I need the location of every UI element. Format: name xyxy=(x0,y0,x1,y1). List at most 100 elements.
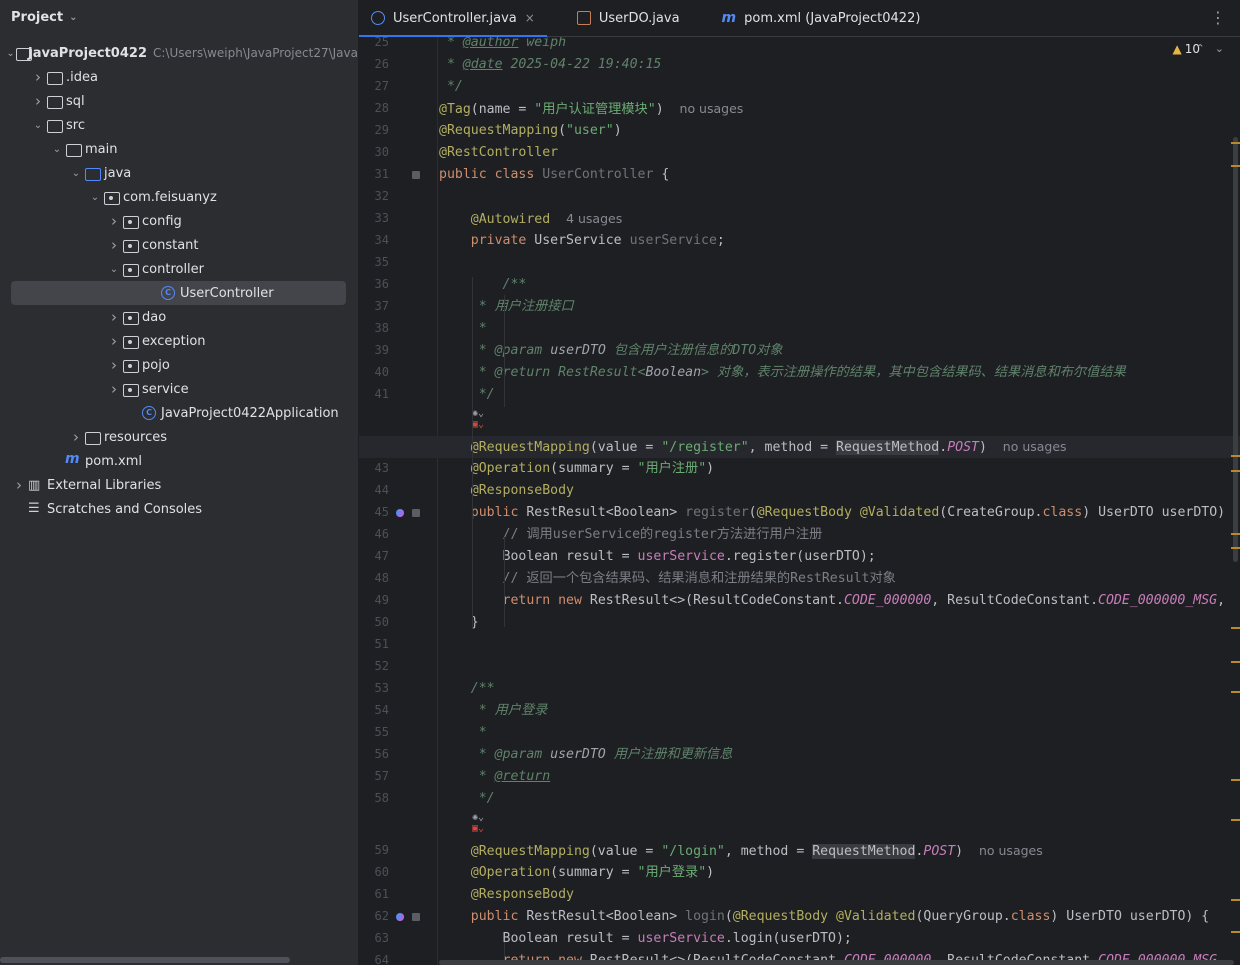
code-line[interactable]: private UserService userService; xyxy=(439,230,725,252)
chevron-right-icon[interactable]: › xyxy=(106,212,122,230)
code-line[interactable]: * @return xyxy=(439,766,550,788)
chevron-down-icon[interactable]: ⌄ xyxy=(49,144,65,155)
problem-navigation[interactable]: ⌃⌄ xyxy=(1196,42,1234,55)
code-line[interactable]: /** xyxy=(439,678,495,700)
error-stripe-mark[interactable] xyxy=(1231,931,1240,933)
tree-item-main[interactable]: ⌄ main xyxy=(0,137,358,161)
chevron-down-icon[interactable]: ⌄ xyxy=(68,168,84,179)
code-line[interactable]: @RequestMapping(value = "/register", met… xyxy=(439,436,1067,458)
ai-assistant-icon[interactable]: ✺⌄ xyxy=(472,408,484,419)
code-line[interactable]: * xyxy=(439,722,487,744)
more-icon[interactable]: ⋮ xyxy=(1210,8,1226,27)
error-stripe-mark[interactable] xyxy=(1231,661,1240,663)
error-stripe-mark[interactable] xyxy=(1231,899,1240,901)
code-line[interactable]: @ResponseBody xyxy=(439,480,574,502)
tree-item-src[interactable]: ⌄ src xyxy=(0,113,358,137)
fold-icon[interactable] xyxy=(412,913,420,921)
chevron-down-icon[interactable]: ⌄ xyxy=(106,264,122,275)
code-line[interactable]: */ xyxy=(439,384,495,406)
code-line[interactable]: * xyxy=(439,318,487,340)
tree-item-java[interactable]: ⌄ java xyxy=(0,161,358,185)
tree-item-controller[interactable]: ⌄ controller xyxy=(0,257,358,281)
tree-item-usercontroller[interactable]: C UserController xyxy=(11,281,346,305)
code-line[interactable]: public RestResult<Boolean> login(@Reques… xyxy=(439,906,1209,928)
ai-actions[interactable]: ✺⌄ ▣⌄ xyxy=(472,812,484,834)
horizontal-scrollbar[interactable] xyxy=(0,957,290,963)
tree-item-service[interactable]: › service xyxy=(0,377,358,401)
error-stripe-mark[interactable] xyxy=(1231,533,1240,535)
error-stripe-mark[interactable] xyxy=(1231,547,1240,549)
code-line[interactable]: Boolean result = userService.login(userD… xyxy=(439,928,852,950)
code-line[interactable]: * @param userDTO 用户注册和更新信息 xyxy=(439,744,733,766)
code-line[interactable]: public RestResult<Boolean> register(@Req… xyxy=(439,502,1225,524)
tree-item-external-libraries[interactable]: › ▥ External Libraries xyxy=(0,473,358,497)
tree-item-resources[interactable]: › resources xyxy=(0,425,358,449)
chevron-right-icon[interactable]: › xyxy=(106,332,122,350)
tab-pom-xml-javaproject0422-[interactable]: m pom.xml (JavaProject0422) xyxy=(692,0,933,36)
code-editor[interactable]: 2526272829303132333435363738394041424344… xyxy=(359,37,1240,965)
chevron-down-icon[interactable]: ⌄ xyxy=(1215,42,1234,55)
error-stripe-mark[interactable] xyxy=(1231,142,1240,144)
error-stripe-mark[interactable] xyxy=(1231,165,1240,167)
chevron-right-icon[interactable]: › xyxy=(106,356,122,374)
ai-actions[interactable]: ✺⌄ ▣⌄ xyxy=(472,408,484,430)
ai-generate-icon[interactable]: ▣⌄ xyxy=(472,419,484,430)
code-line[interactable]: public class UserController { xyxy=(439,164,669,186)
project-panel-header[interactable]: Project ⌄ xyxy=(0,0,358,34)
tree-item-com-feisuanyz[interactable]: ⌄ com.feisuanyz xyxy=(0,185,358,209)
code-line[interactable]: // 调用userService的register方法进行用户注册 xyxy=(439,524,823,546)
code-line[interactable]: @Operation(summary = "用户登录") xyxy=(439,862,714,884)
code-line[interactable]: @Tag(name = "用户认证管理模块") no usages xyxy=(439,98,743,120)
tree-item-scratches-and-consoles[interactable]: ☰ Scratches and Consoles xyxy=(0,497,358,521)
chevron-up-icon[interactable]: ⌃ xyxy=(1196,42,1215,55)
code-line[interactable]: * @date 2025-04-22 19:40:15 xyxy=(439,54,661,76)
close-icon[interactable]: × xyxy=(525,11,535,25)
tree-item-sql[interactable]: › sql xyxy=(0,89,358,113)
ai-generate-icon[interactable]: ▣⌄ xyxy=(472,823,484,834)
error-stripe-mark[interactable] xyxy=(1231,455,1240,457)
chevron-right-icon[interactable]: › xyxy=(11,476,27,494)
chevron-right-icon[interactable]: › xyxy=(30,68,46,86)
error-stripe-mark[interactable] xyxy=(1231,470,1240,472)
tree-item-exception[interactable]: › exception xyxy=(0,329,358,353)
chevron-down-icon[interactable]: ⌄ xyxy=(69,12,77,23)
fold-icon[interactable] xyxy=(412,509,420,517)
code-line[interactable]: * 用户登录 xyxy=(439,700,548,722)
vertical-scrollbar[interactable] xyxy=(1233,137,1238,562)
chevron-down-icon[interactable]: ⌄ xyxy=(6,48,15,59)
code-area[interactable]: * @author weiph * @date 2025-04-22 19:40… xyxy=(359,37,1240,965)
tree-item-javaproject0422application[interactable]: C JavaProject0422Application xyxy=(0,401,358,425)
error-stripe-mark[interactable] xyxy=(1231,691,1240,693)
chevron-right-icon[interactable]: › xyxy=(30,92,46,110)
code-line[interactable]: @RestController xyxy=(439,142,558,164)
tab-userdo-java[interactable]: UserDO.java xyxy=(547,0,692,36)
code-line[interactable]: * @return RestResult<Boolean> 对象，表示注册操作的… xyxy=(439,362,1126,384)
chevron-right-icon[interactable]: › xyxy=(106,380,122,398)
code-line[interactable]: @Operation(summary = "用户注册") xyxy=(439,458,714,480)
code-line[interactable]: @ResponseBody xyxy=(439,884,574,906)
code-line[interactable]: * @param userDTO 包含用户注册信息的DTO对象 xyxy=(439,340,783,362)
tree-item--idea[interactable]: › .idea xyxy=(0,65,358,89)
endpoint-icon[interactable] xyxy=(396,509,404,517)
error-stripe-mark[interactable] xyxy=(1231,819,1240,821)
code-line[interactable]: /** xyxy=(439,274,527,296)
tree-item-javaproject0422[interactable]: ⌄ JavaProject0422 C:\Users\weiph\JavaProje… xyxy=(0,41,358,65)
code-line[interactable]: @Autowired 4 usages xyxy=(439,208,622,230)
chevron-right-icon[interactable]: › xyxy=(106,308,122,326)
chevron-down-icon[interactable]: ⌄ xyxy=(87,192,103,203)
tree-item-constant[interactable]: › constant xyxy=(0,233,358,257)
code-line[interactable]: */ xyxy=(439,788,495,810)
code-line[interactable]: @RequestMapping(value = "/login", method… xyxy=(439,840,1043,862)
tree-item-dao[interactable]: › dao xyxy=(0,305,358,329)
code-line[interactable]: * 用户注册接口 xyxy=(439,296,574,318)
editor-horizontal-scrollbar[interactable] xyxy=(439,960,1234,965)
code-line[interactable]: * @author weiph xyxy=(439,37,566,54)
tree-item-pojo[interactable]: › pojo xyxy=(0,353,358,377)
ai-assistant-icon[interactable]: ✺⌄ xyxy=(472,812,484,823)
fold-icon[interactable] xyxy=(412,171,420,179)
chevron-right-icon[interactable]: › xyxy=(106,236,122,254)
code-line[interactable]: return new RestResult<>(ResultCodeConsta… xyxy=(439,590,1226,612)
tab-usercontroller-java[interactable]: UserController.java × xyxy=(359,0,547,37)
tree-item-pom-xml[interactable]: m pom.xml xyxy=(0,449,358,473)
code-line[interactable]: // 返回一个包含结果码、结果消息和注册结果的RestResult对象 xyxy=(439,568,896,590)
